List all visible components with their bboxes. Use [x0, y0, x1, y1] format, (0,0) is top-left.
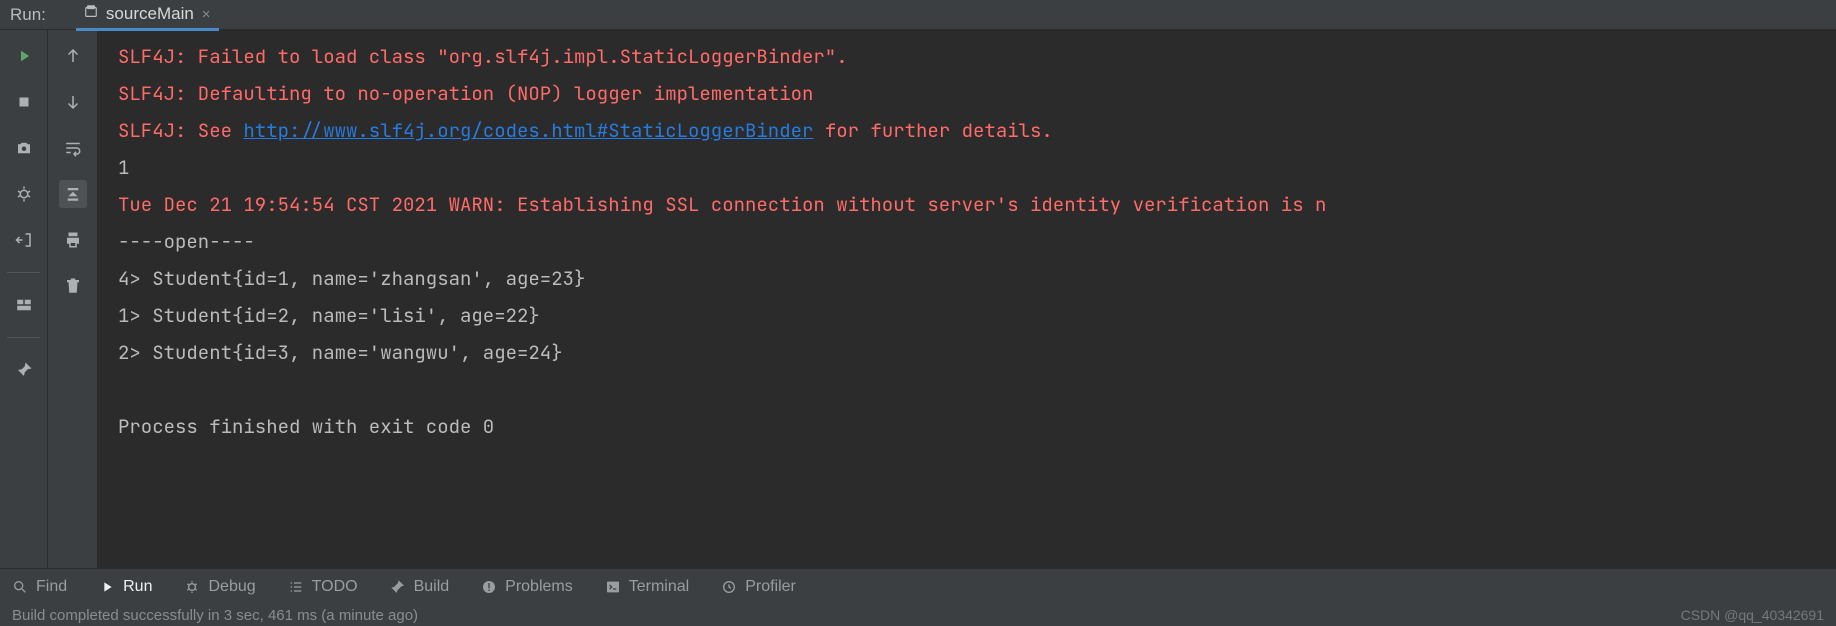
run-toolbar-secondary — [48, 30, 98, 568]
run-title: Run: — [10, 5, 46, 25]
run-tab-sourcemain[interactable]: sourceMain × — [76, 1, 219, 31]
rerun-button[interactable] — [10, 42, 38, 70]
debug-label: Debug — [208, 578, 255, 596]
run-tab-label: sourceMain — [106, 4, 194, 24]
print-icon[interactable] — [59, 226, 87, 254]
run-config-icon — [84, 4, 98, 24]
toolbar-divider — [7, 272, 40, 273]
bottom-tool-tabs: Find Run Debug TODO Build Problems Termi… — [0, 568, 1836, 604]
run-tool-header: Run: sourceMain × — [0, 0, 1836, 30]
exit-icon[interactable] — [10, 226, 38, 254]
down-arrow-icon[interactable] — [59, 88, 87, 116]
status-message: Build completed successfully in 3 sec, 4… — [12, 607, 418, 624]
terminal-tab[interactable]: Terminal — [601, 578, 693, 596]
run-label: Run — [123, 578, 152, 596]
debug-tab[interactable]: Debug — [180, 578, 259, 596]
terminal-label: Terminal — [629, 578, 689, 596]
todo-label: TODO — [312, 578, 358, 596]
build-label: Build — [414, 578, 450, 596]
todo-tab[interactable]: TODO — [284, 578, 362, 596]
up-arrow-icon[interactable] — [59, 42, 87, 70]
console-output[interactable]: SLF4J: Failed to load class "org.slf4j.i… — [98, 30, 1836, 568]
pin-icon[interactable] — [10, 356, 38, 384]
problems-label: Problems — [505, 578, 573, 596]
camera-icon[interactable] — [10, 134, 38, 162]
soft-wrap-icon[interactable] — [59, 134, 87, 162]
build-tab[interactable]: Build — [386, 578, 454, 596]
trash-icon[interactable] — [59, 272, 87, 300]
run-tab[interactable]: Run — [95, 578, 156, 596]
status-bar: Build completed successfully in 3 sec, 4… — [0, 604, 1836, 626]
close-tab-icon[interactable]: × — [202, 6, 211, 23]
profiler-label: Profiler — [745, 578, 796, 596]
layout-icon[interactable] — [10, 291, 38, 319]
run-tool-body: SLF4J: Failed to load class "org.slf4j.i… — [0, 30, 1836, 568]
bug-icon[interactable] — [10, 180, 38, 208]
run-toolbar-left — [0, 30, 48, 568]
stop-button[interactable] — [10, 88, 38, 116]
scroll-to-end-icon[interactable] — [59, 180, 87, 208]
find-label: Find — [36, 578, 67, 596]
problems-tab[interactable]: Problems — [477, 578, 577, 596]
find-tab[interactable]: Find — [8, 578, 71, 596]
watermark: CSDN @qq_40342691 — [1681, 607, 1824, 623]
profiler-tab[interactable]: Profiler — [717, 578, 800, 596]
toolbar-divider — [7, 337, 40, 338]
